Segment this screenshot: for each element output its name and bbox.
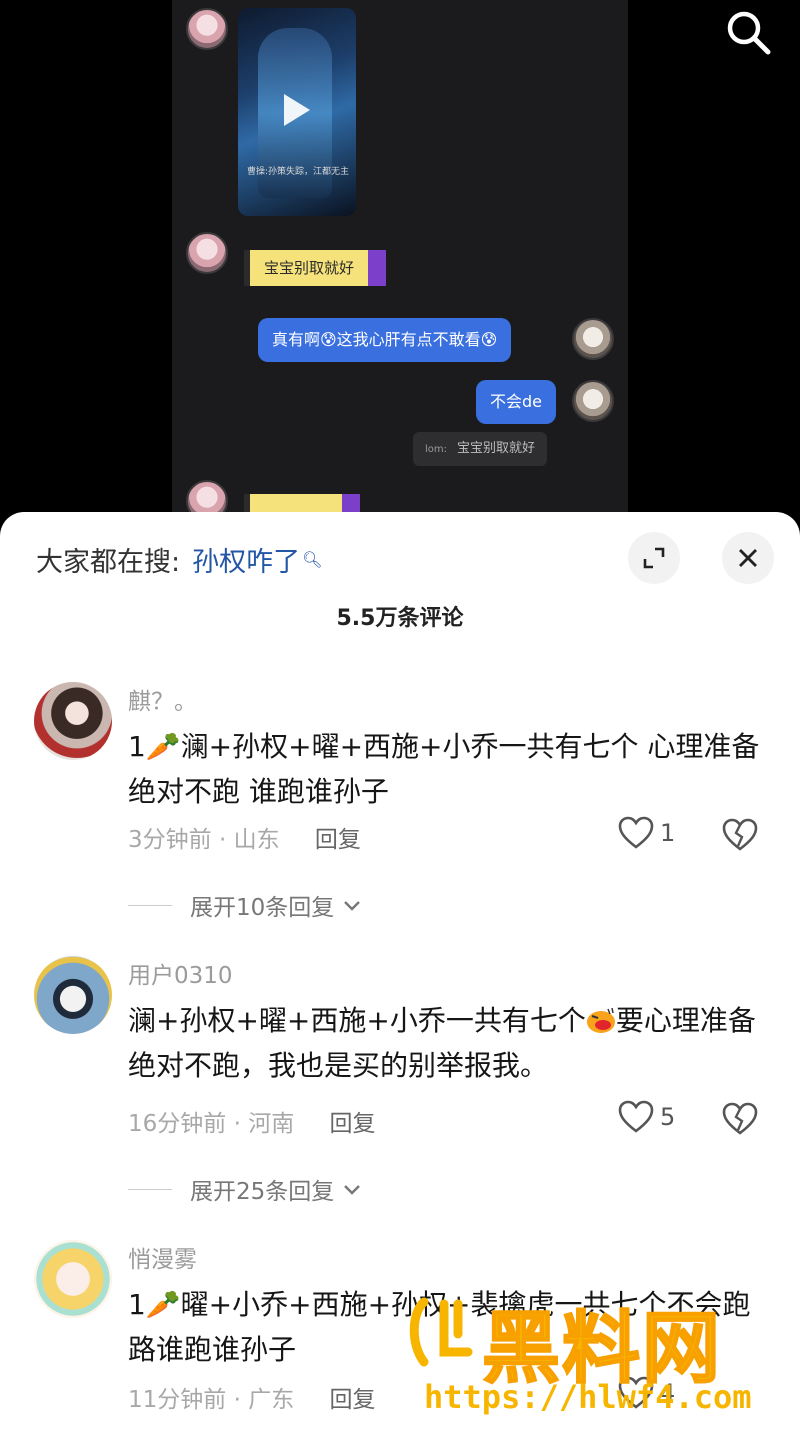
expand-replies-label: 展开10条回复 (190, 895, 335, 921)
comment-location: 山东 (233, 827, 280, 853)
comment-item: 麒？。 1🥕澜+孙权+曜+西施+小乔一共有七个 心理准备绝对不跑 谁跑谁孙子 3… (0, 682, 800, 922)
close-icon (739, 549, 757, 567)
chat-avatar-left (186, 232, 228, 274)
quote-text: 宝宝别取就好 (457, 441, 536, 456)
like-button[interactable]: 5 (618, 1100, 675, 1134)
divider (128, 904, 172, 906)
comment-text-part: 澜+孙权+曜+西施+小乔一共有七个 (128, 1004, 586, 1037)
comment-text: 1🥕澜+孙权+曜+西施+小乔一共有七个 心理准备绝对不跑 谁跑谁孙子 (128, 730, 760, 808)
expand-replies[interactable]: 展开25条回复 (128, 1172, 364, 1206)
video-caption: 曹操:孙策失踪，江都无主 (246, 167, 350, 177)
chat-avatar-right (572, 380, 614, 422)
comment-meta: 11分钟前 · 广东 回复 (128, 1387, 376, 1413)
reply-button[interactable]: 回复 (330, 1387, 376, 1413)
broken-heart-icon[interactable] (722, 818, 758, 852)
watermark-url: https://hlwf4.com (424, 1378, 752, 1416)
reply-button[interactable]: 回复 (315, 827, 361, 853)
comment-time: 16分钟前 (128, 1111, 227, 1137)
heart-icon (618, 1100, 654, 1133)
quote-tag: lom: (425, 444, 448, 455)
expand-replies-label: 展开25条回复 (190, 1179, 335, 1205)
search-icon[interactable] (722, 6, 774, 58)
watermark-logo-icon (409, 1297, 473, 1367)
reply-button[interactable]: 回复 (330, 1111, 376, 1137)
expand-replies[interactable]: 展开10条回复 (128, 888, 364, 922)
search-small-icon: 🔍︎ (302, 549, 323, 569)
close-button[interactable] (722, 532, 774, 584)
comment-item: 用户0310 澜+孙权+曜+西施+小乔一共有七个 要心理准备绝对不跑，我也是买的别… (0, 956, 800, 1205)
trending-search[interactable]: 大家都在搜: 孙权咋了 🔍︎ (36, 536, 322, 582)
heart-icon (618, 816, 654, 849)
quoted-reply: lom: 宝宝别取就好 (413, 432, 548, 466)
divider (128, 1188, 172, 1190)
chat-bubble-right: 不会de (476, 380, 557, 424)
like-count: 1 (660, 819, 676, 847)
chat-avatar-right (572, 318, 614, 360)
comment-count: 5.5万条评论 (336, 606, 464, 631)
expand-button[interactable] (628, 532, 680, 584)
chevron-down-icon (344, 901, 361, 911)
trending-search-label: 大家都在搜: (36, 546, 181, 578)
comment-text: 澜+孙权+曜+西施+小乔一共有七个 要心理准备绝对不跑，我也是买的别举报我。 (128, 998, 768, 1088)
chat-avatar-left (186, 8, 228, 50)
comment-time: 3分钟前 (128, 827, 212, 853)
avatar[interactable] (34, 682, 112, 760)
video-thumbnail[interactable]: 曹操:孙策失踪，江都无主 (238, 8, 356, 216)
like-button[interactable]: 1 (618, 816, 675, 850)
comment-meta: 3分钟前 · 山东 回复 (128, 827, 361, 853)
like-count: 5 (660, 1103, 676, 1131)
watermark: 黑料网 https://hlwf4.com (402, 1286, 798, 1436)
comment-author[interactable]: 悄漫雾 (128, 1240, 197, 1274)
video-area[interactable]: 宝宝别取就好 真有啊😰这我心肝有点不敢看😰 不会de 曹操:孙策失踪，江都无主 … (0, 0, 800, 540)
comment-meta: 16分钟前 · 河南 回复 (128, 1111, 376, 1137)
comment-location: 广东 (248, 1387, 295, 1413)
trending-search-term[interactable]: 孙权咋了 (192, 540, 300, 579)
play-icon[interactable] (284, 94, 310, 126)
broken-heart-icon[interactable] (722, 1102, 758, 1136)
kiss-emoji-icon (586, 1007, 615, 1033)
avatar[interactable] (34, 1240, 112, 1318)
chat-bubble-right: 真有啊😰这我心肝有点不敢看😰 (258, 318, 512, 362)
comment-time: 11分钟前 (128, 1387, 227, 1413)
comment-author[interactable]: 用户0310 (128, 956, 233, 990)
expand-icon (643, 547, 665, 569)
avatar[interactable] (34, 956, 112, 1034)
chat-bubble-left: 宝宝别取就好 (244, 250, 387, 286)
chevron-down-icon (344, 1185, 361, 1195)
comment-location: 河南 (248, 1111, 295, 1137)
comment-author[interactable]: 麒？。 (128, 682, 197, 716)
